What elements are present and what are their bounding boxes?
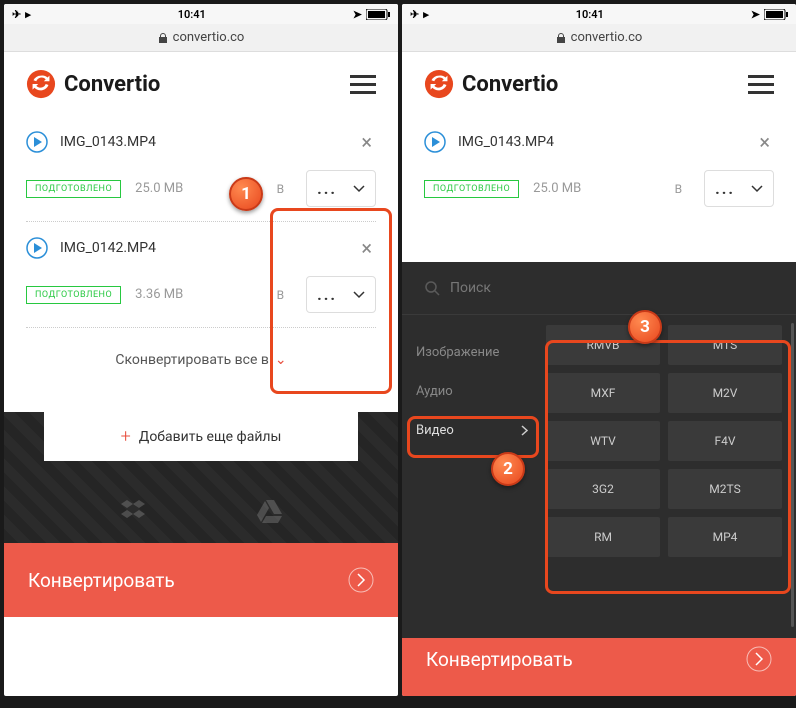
filename: IMG_0143.MP4 [60,134,345,150]
file-item: IMG_0142.MP4 × ПОДГОТОВЛЕНО 3.36 MB В ..… [4,222,398,327]
menu-button[interactable] [350,75,376,94]
arrow-right-icon [348,567,374,593]
annotation-marker-1: 1 [229,177,263,211]
remove-file-button[interactable]: × [357,130,376,154]
format-select[interactable]: ... [704,170,774,207]
logo-icon [424,69,454,99]
ios-status-bar: ✈︎▸ 10:41 ➤ [402,4,796,24]
status-badge: ПОДГОТОВЛЕНО [424,180,519,198]
remove-file-button[interactable]: × [755,130,774,154]
format-option[interactable]: M2V [668,373,782,413]
format-select[interactable]: ... [306,170,376,207]
ios-status-bar: ✈︎▸ 10:41 ➤ [4,4,398,24]
convert-all-row[interactable]: Сконвертировать все в⌄ [4,328,398,392]
lock-icon [556,33,566,43]
logo-icon [26,69,56,99]
format-option[interactable]: MP4 [668,517,782,557]
convert-button[interactable]: Конвертировать [4,543,398,617]
search-icon [424,280,440,296]
filename: IMG_0143.MP4 [458,134,743,150]
file-item: IMG_0143.MP4 × ПОДГОТОВЛЕНО 25.0 MB В ..… [4,116,398,221]
format-option[interactable]: MXF [546,373,660,413]
format-option[interactable]: RM [546,517,660,557]
format-grid: RMVB MTS MXF M2V WTV F4V 3G2 M2TS RM MP4 [542,315,796,635]
gdrive-icon[interactable] [257,497,283,523]
play-icon[interactable] [26,237,48,259]
scrollbar[interactable] [791,323,794,627]
menu-button[interactable] [748,75,774,94]
category-audio[interactable]: Аудио [402,372,542,411]
lock-icon [158,33,168,43]
format-picker-panel: Поиск Изображение Аудио Видео RMVB MTS M… [402,262,796,638]
browser-url-bar[interactable]: convertio.co [402,24,796,52]
chevron-down-icon [353,185,365,193]
logo[interactable]: Convertio [26,69,160,99]
status-badge: ПОДГОТОВЛЕНО [26,180,121,198]
screenshot-left: ✈︎▸ 10:41 ➤ convertio.co Convertio IMG_0… [4,4,398,696]
chevron-down-icon [353,291,365,299]
format-search[interactable]: Поиск [402,262,796,315]
filesize: 25.0 MB [135,181,183,196]
category-image[interactable]: Изображение [402,333,542,372]
status-badge: ПОДГОТОВЛЕНО [26,286,121,304]
filesize: 3.36 MB [135,287,183,302]
filesize: 25.0 MB [533,181,581,196]
annotation-marker-2: 2 [491,452,525,486]
app-header: Convertio [402,52,796,116]
format-option[interactable]: M2TS [668,469,782,509]
annotation-marker-3: 3 [628,310,662,344]
format-option[interactable]: WTV [546,421,660,461]
play-icon[interactable] [26,131,48,153]
plus-icon: + [121,426,131,447]
remove-file-button[interactable]: × [357,236,376,260]
filename: IMG_0142.MP4 [60,240,345,256]
screenshot-right: ✈︎▸ 10:41 ➤ convertio.co Convertio IMG_0… [402,4,796,696]
app-header: Convertio [4,52,398,116]
file-item: IMG_0143.MP4 × ПОДГОТОВЛЕНО 25.0 MB В ..… [402,116,796,221]
chevron-down-icon [751,185,763,193]
chevron-right-icon [521,425,528,436]
dropbox-icon[interactable] [120,497,146,523]
add-files-button[interactable]: + Добавить еще файлы [44,412,358,461]
format-option[interactable]: 3G2 [546,469,660,509]
browser-url-bar[interactable]: convertio.co [4,24,398,52]
format-option[interactable]: MTS [668,325,782,365]
arrow-right-icon [746,646,772,672]
format-option[interactable]: F4V [668,421,782,461]
format-select[interactable]: ... [306,276,376,313]
category-video[interactable]: Видео [402,411,542,450]
logo[interactable]: Convertio [424,69,558,99]
play-icon[interactable] [424,131,446,153]
